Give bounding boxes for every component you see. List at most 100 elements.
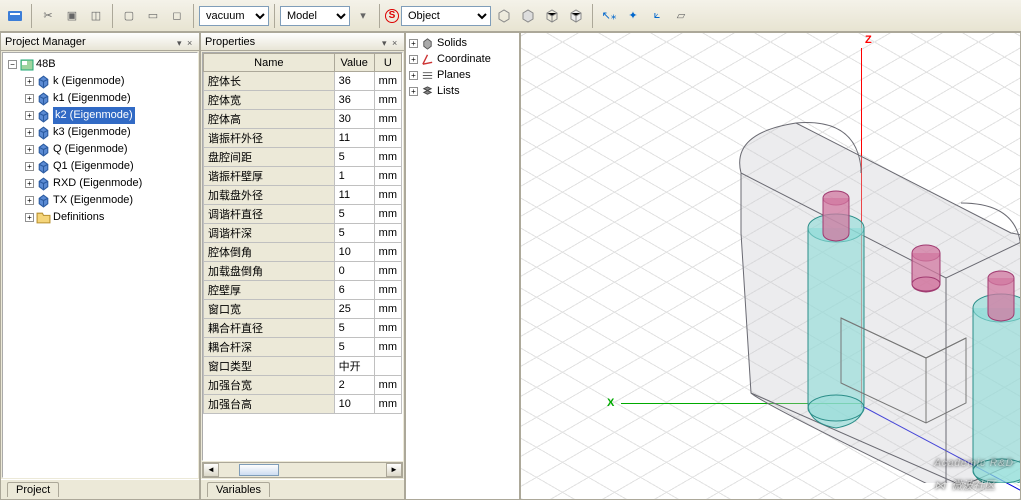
prop-value[interactable]: 0 bbox=[334, 262, 374, 281]
model-tree-item[interactable]: +Planes bbox=[408, 67, 517, 83]
s-marker-icon[interactable]: S bbox=[385, 9, 399, 23]
h-scrollbar[interactable]: ◄ ► bbox=[202, 462, 403, 478]
axis3-icon[interactable]: ⟀ bbox=[646, 5, 668, 27]
tree-item[interactable]: +RXD (Eigenmode) bbox=[24, 175, 195, 192]
expand-icon[interactable]: + bbox=[25, 111, 34, 120]
property-row[interactable]: 腔体高30mm bbox=[204, 110, 402, 129]
prop-value[interactable]: 36 bbox=[334, 91, 374, 110]
pin-icon[interactable]: ▾ bbox=[177, 38, 185, 46]
close-icon[interactable]: × bbox=[187, 38, 195, 46]
collapse-icon[interactable]: − bbox=[8, 60, 17, 69]
property-row[interactable]: 腔体长36mm bbox=[204, 72, 402, 91]
expand-icon[interactable]: + bbox=[25, 77, 34, 86]
expand-icon[interactable]: + bbox=[25, 145, 34, 154]
cube3-icon[interactable] bbox=[541, 5, 563, 27]
tree-item[interactable]: +k2 (Eigenmode) bbox=[24, 107, 195, 124]
model-tree-item[interactable]: +Lists bbox=[408, 83, 517, 99]
prop-value[interactable]: 5 bbox=[334, 148, 374, 167]
prop-value[interactable]: 2 bbox=[334, 376, 374, 395]
col-name[interactable]: Name bbox=[204, 54, 335, 72]
expand-icon[interactable]: + bbox=[25, 213, 34, 222]
property-row[interactable]: 谐振杆外径11mm bbox=[204, 129, 402, 148]
model-tree-item[interactable]: +Coordinate bbox=[408, 51, 517, 67]
shape1-icon[interactable]: ▣ bbox=[61, 5, 83, 27]
rect3-icon[interactable]: ◻ bbox=[166, 5, 188, 27]
col-unit[interactable]: U bbox=[374, 54, 401, 72]
pin-icon[interactable]: ▾ bbox=[382, 38, 390, 46]
property-row[interactable]: 调谐杆直径5mm bbox=[204, 205, 402, 224]
prop-value[interactable]: 6 bbox=[334, 281, 374, 300]
object-select[interactable]: Object bbox=[401, 6, 491, 26]
tree-item[interactable]: +k3 (Eigenmode) bbox=[24, 124, 195, 141]
property-row[interactable]: 窗口宽25mm bbox=[204, 300, 402, 319]
property-row[interactable]: 加强台高10mm bbox=[204, 395, 402, 414]
cube4-icon[interactable] bbox=[565, 5, 587, 27]
expand-icon[interactable]: + bbox=[25, 179, 34, 188]
app-icon[interactable] bbox=[4, 5, 26, 27]
prop-value[interactable]: 25 bbox=[334, 300, 374, 319]
prop-value[interactable]: 5 bbox=[334, 338, 374, 357]
expand-icon[interactable]: + bbox=[409, 71, 418, 80]
prop-value[interactable]: 10 bbox=[334, 395, 374, 414]
property-row[interactable]: 腔壁厚6mm bbox=[204, 281, 402, 300]
cube2-icon[interactable] bbox=[517, 5, 539, 27]
model-tree-item[interactable]: +Solids bbox=[408, 35, 517, 51]
prop-value[interactable]: 30 bbox=[334, 110, 374, 129]
prop-value[interactable]: 中开 bbox=[334, 357, 374, 376]
cut-icon[interactable]: ✂ bbox=[37, 5, 59, 27]
prop-value[interactable]: 11 bbox=[334, 129, 374, 148]
prop-value[interactable]: 11 bbox=[334, 186, 374, 205]
property-row[interactable]: 盘腔间距5mm bbox=[204, 148, 402, 167]
property-row[interactable]: 加强台宽2mm bbox=[204, 376, 402, 395]
cube1-icon[interactable] bbox=[493, 5, 515, 27]
scroll-right-icon[interactable]: ► bbox=[386, 463, 402, 477]
project-tree[interactable]: − 48B +k (Eigenmode)+k1 (Eigenmode)+k2 (… bbox=[2, 52, 198, 478]
3d-viewport[interactable]: Academic R&D ⋈ 微波社区 bbox=[520, 32, 1021, 500]
chevron-down-icon[interactable]: ▾ bbox=[352, 5, 374, 27]
scroll-left-icon[interactable]: ◄ bbox=[203, 463, 219, 477]
close-icon[interactable]: × bbox=[392, 38, 400, 46]
shape2-icon[interactable]: ◫ bbox=[85, 5, 107, 27]
property-row[interactable]: 调谐杆深5mm bbox=[204, 224, 402, 243]
tree-item[interactable]: +k1 (Eigenmode) bbox=[24, 90, 195, 107]
tree-item[interactable]: +TX (Eigenmode) bbox=[24, 192, 195, 209]
property-row[interactable]: 腔体宽36mm bbox=[204, 91, 402, 110]
axis2-icon[interactable]: ✦ bbox=[622, 5, 644, 27]
prop-value[interactable]: 5 bbox=[334, 205, 374, 224]
property-row[interactable]: 窗口类型中开 bbox=[204, 357, 402, 376]
expand-icon[interactable]: + bbox=[25, 94, 34, 103]
expand-icon[interactable]: + bbox=[409, 87, 418, 96]
project-tab[interactable]: Project bbox=[7, 482, 59, 497]
property-row[interactable]: 耦合杆直径5mm bbox=[204, 319, 402, 338]
property-row[interactable]: 腔体倒角10mm bbox=[204, 243, 402, 262]
prop-value[interactable]: 36 bbox=[334, 72, 374, 91]
tree-item[interactable]: +Q1 (Eigenmode) bbox=[24, 158, 195, 175]
expand-icon[interactable]: + bbox=[25, 128, 34, 137]
rect1-icon[interactable]: ▢ bbox=[118, 5, 140, 27]
property-row[interactable]: 耦合杆深5mm bbox=[204, 338, 402, 357]
expand-icon[interactable]: + bbox=[25, 196, 34, 205]
prop-value[interactable]: 1 bbox=[334, 167, 374, 186]
property-row[interactable]: 谐振杆壁厚1mm bbox=[204, 167, 402, 186]
prop-value[interactable]: 5 bbox=[334, 224, 374, 243]
col-value[interactable]: Value bbox=[334, 54, 374, 72]
variables-tab[interactable]: Variables bbox=[207, 482, 270, 497]
material-select[interactable]: vacuum bbox=[199, 6, 269, 26]
model-select[interactable]: Model bbox=[280, 6, 350, 26]
tree-item[interactable]: +k (Eigenmode) bbox=[24, 73, 195, 90]
expand-icon[interactable]: + bbox=[409, 39, 418, 48]
axis1-icon[interactable]: ↖⁎ bbox=[598, 5, 620, 27]
expand-icon[interactable]: + bbox=[25, 162, 34, 171]
tree-item[interactable]: +Definitions bbox=[24, 209, 195, 226]
property-row[interactable]: 加载盘倒角0mm bbox=[204, 262, 402, 281]
rect2-icon[interactable]: ▭ bbox=[142, 5, 164, 27]
plane-icon[interactable]: ▱ bbox=[670, 5, 692, 27]
scroll-thumb[interactable] bbox=[239, 464, 279, 476]
tree-item[interactable]: +Q (Eigenmode) bbox=[24, 141, 195, 158]
property-row[interactable]: 加载盘外径11mm bbox=[204, 186, 402, 205]
model-tree[interactable]: +Solids+Coordinate+Planes+Lists bbox=[405, 32, 520, 500]
expand-icon[interactable]: + bbox=[409, 55, 418, 64]
properties-table[interactable]: Name Value U 腔体长36mm腔体宽36mm腔体高30mm谐振杆外径1… bbox=[203, 53, 402, 414]
prop-value[interactable]: 5 bbox=[334, 319, 374, 338]
prop-value[interactable]: 10 bbox=[334, 243, 374, 262]
